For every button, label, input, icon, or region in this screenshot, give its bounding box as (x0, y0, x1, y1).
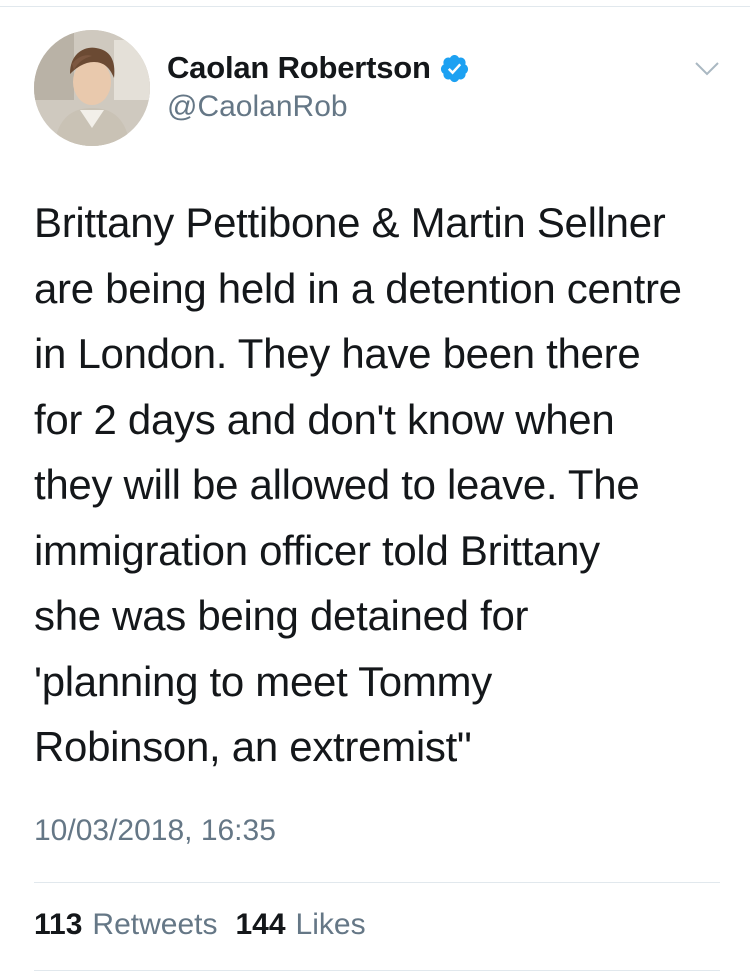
tweet-stats: 113 Retweets 144 Likes (34, 908, 366, 942)
retweets-stat[interactable]: 113 Retweets (34, 908, 217, 942)
avatar-image (34, 30, 150, 146)
display-name-row: Caolan Robertson (167, 48, 470, 88)
top-divider (0, 6, 750, 7)
likes-label: Likes (295, 908, 366, 941)
author-handle[interactable]: @CaolanRob (167, 90, 470, 124)
author-names: Caolan Robertson @CaolanRob (167, 48, 470, 124)
tweet-text: Brittany Pettibone & Martin Sellner are … (34, 199, 682, 770)
tweet-timestamp[interactable]: 10/03/2018, 16:35 (34, 814, 276, 848)
author-display-name[interactable]: Caolan Robertson (167, 50, 431, 86)
chevron-down-icon[interactable] (694, 60, 720, 78)
bottom-divider (34, 970, 720, 971)
likes-count: 144 (235, 908, 286, 941)
avatar[interactable] (34, 30, 150, 146)
stats-divider (34, 882, 720, 883)
verified-badge-icon (439, 53, 470, 84)
tweet-header: Caolan Robertson @CaolanRob (34, 30, 724, 154)
retweets-label: Retweets (92, 908, 218, 941)
retweets-count: 113 (34, 908, 83, 941)
likes-stat[interactable]: 144 Likes (235, 908, 365, 942)
